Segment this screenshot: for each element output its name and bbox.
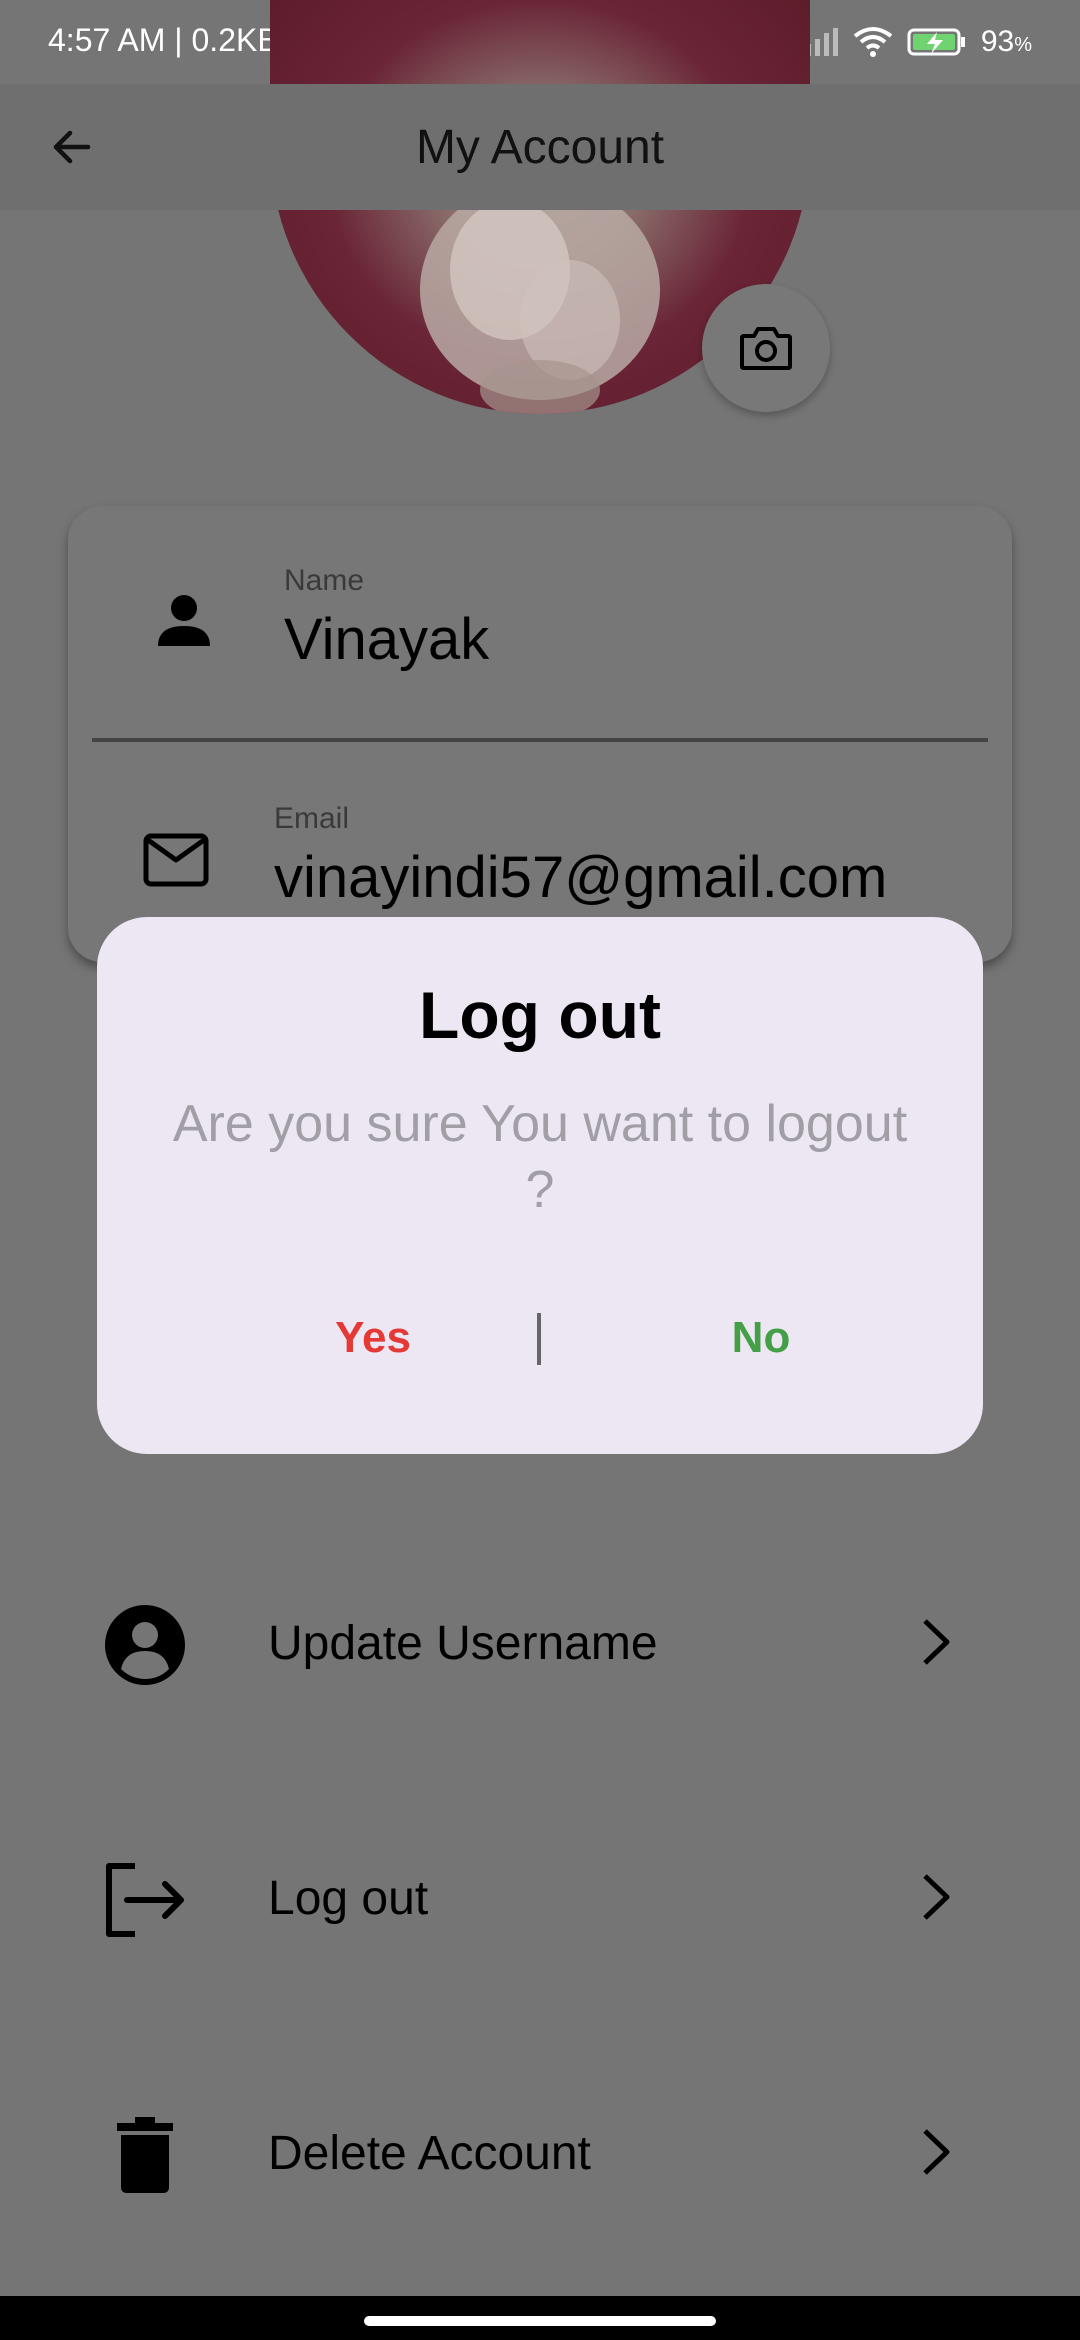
home-indicator[interactable] <box>364 2316 716 2326</box>
camera-icon <box>740 327 792 370</box>
wifi-icon <box>853 27 893 57</box>
name-value[interactable]: Vinayak <box>284 606 489 673</box>
chevron-right-icon <box>905 1867 965 1927</box>
menu-label-update-username: Update Username <box>268 1617 658 1670</box>
battery-charging-icon <box>907 28 965 56</box>
person-icon <box>148 584 220 656</box>
chevron-right-icon <box>905 2122 965 2182</box>
chevron-right-icon <box>905 1612 965 1672</box>
name-label: Name <box>284 564 365 597</box>
menu-item-log-out[interactable]: Log out <box>0 1815 1080 1975</box>
mail-icon <box>140 824 212 896</box>
change-photo-button[interactable] <box>702 284 830 412</box>
menu-label-delete-account: Delete Account <box>268 2127 591 2180</box>
menu-label-log-out: Log out <box>268 1872 429 1925</box>
logout-icon <box>100 1855 190 1945</box>
yes-button[interactable]: Yes <box>293 1313 453 1363</box>
menu-item-update-username[interactable]: Update Username <box>0 1560 1080 1720</box>
battery-percent: 93% <box>980 25 1032 58</box>
menu-item-delete-account[interactable]: Delete Account <box>0 2070 1080 2230</box>
dialog-message: Are you sure You want to logout ? <box>172 1095 908 1219</box>
page-title: My Account <box>415 121 665 174</box>
field-divider <box>92 738 988 742</box>
dialog-title: Log out <box>419 978 661 1052</box>
email-label: Email <box>274 802 350 835</box>
button-separator <box>537 1313 541 1365</box>
email-value[interactable]: vinayindi57@gmail.com <box>274 844 887 911</box>
no-button[interactable]: No <box>681 1313 841 1363</box>
account-circle-icon <box>100 1600 190 1690</box>
app-bar: My Account <box>0 84 1080 210</box>
logout-dialog: Log out Are you sure You want to logout … <box>97 917 983 1454</box>
trash-icon <box>100 2110 190 2200</box>
profile-info-card: Name Vinayak Email vinayindi57@gmail.com <box>68 506 1012 962</box>
